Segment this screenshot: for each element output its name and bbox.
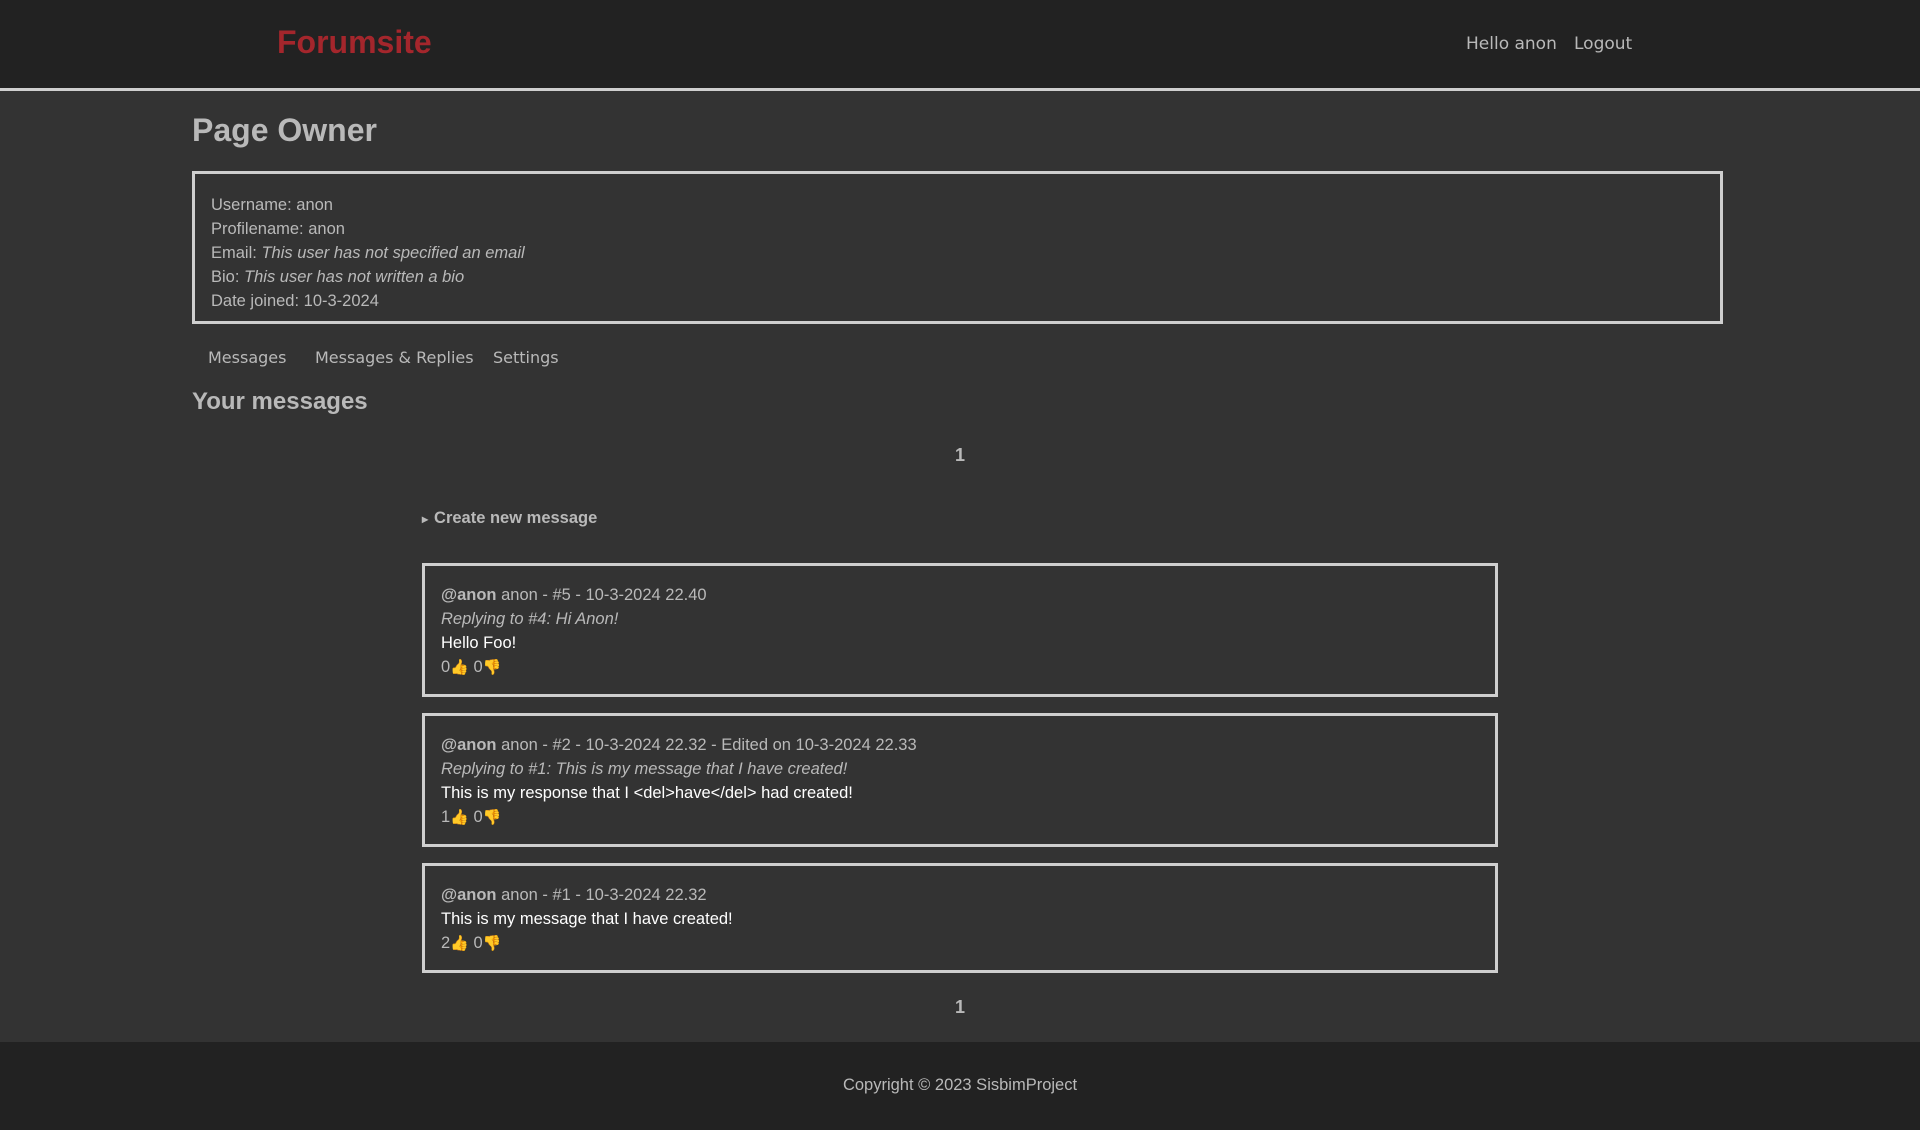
message-author-handle[interactable]: @anon bbox=[441, 886, 497, 904]
section-title: Your messages bbox=[192, 388, 368, 415]
thumbs-down-icon[interactable]: 👎 bbox=[483, 935, 502, 952]
message-votes: 0👍 0👎 bbox=[441, 655, 1495, 680]
site-header: Forumsite Hello anon Logout bbox=[0, 0, 1920, 91]
message-author-handle[interactable]: @anon bbox=[441, 586, 497, 604]
thumbs-down-icon[interactable]: 👎 bbox=[483, 659, 502, 676]
profile-profilename: anon bbox=[308, 220, 345, 238]
tab-messages[interactable]: Messages bbox=[208, 348, 286, 367]
message-votes: 1👍 0👎 bbox=[441, 805, 1495, 830]
like-count: 2 bbox=[441, 934, 451, 952]
message-reply-reference[interactable]: Replying to #1: This is my message that … bbox=[441, 757, 1495, 781]
thumbs-up-icon[interactable]: 👍 bbox=[450, 809, 469, 826]
message-header: @anon anon - #1 - 10-3-2024 22.32 bbox=[441, 883, 1495, 907]
dislike-count: 0 bbox=[473, 808, 483, 826]
tab-messages-replies[interactable]: Messages & Replies bbox=[315, 348, 474, 367]
message-reply-reference[interactable]: Replying to #4: Hi Anon! bbox=[441, 607, 1495, 631]
profile-joined-row: Date joined: 10-3-2024 bbox=[211, 292, 379, 310]
message-body: Hello Foo! bbox=[441, 634, 517, 652]
site-footer: Copyright © 2023 SisbimProject bbox=[0, 1042, 1920, 1130]
profile-bio-row: Bio: This user has not written a bio bbox=[211, 268, 465, 286]
profile-profilename-row: Profilename: anon bbox=[211, 220, 345, 238]
thumbs-down-icon[interactable]: 👎 bbox=[483, 809, 502, 826]
profile-email: This user has not specified an email bbox=[261, 244, 525, 262]
like-count: 0 bbox=[441, 658, 451, 676]
greeting-link[interactable]: Hello anon bbox=[1466, 34, 1557, 54]
message-meta: anon - #1 - 10-3-2024 22.32 bbox=[496, 886, 707, 904]
message-meta: anon - #5 - 10-3-2024 22.40 bbox=[496, 586, 707, 604]
dislike-count: 0 bbox=[473, 658, 483, 676]
tab-settings[interactable]: Settings bbox=[493, 348, 559, 367]
like-count: 1 bbox=[441, 808, 451, 826]
profile-username: anon bbox=[296, 196, 333, 214]
message-body: This is my message that I have created! bbox=[441, 910, 733, 928]
message-body: This is my response that I <del>have</de… bbox=[441, 784, 853, 802]
profile-bio: This user has not written a bio bbox=[244, 268, 465, 286]
create-message-toggle[interactable]: ▸ Create new message bbox=[422, 509, 597, 528]
message-votes: 2👍 0👎 bbox=[441, 931, 1495, 956]
thumbs-up-icon[interactable]: 👍 bbox=[450, 659, 469, 676]
message-header: @anon anon - #2 - 10-3-2024 22.32 - Edit… bbox=[441, 733, 1495, 757]
copyright-text: Copyright © 2023 SisbimProject bbox=[842, 1076, 1078, 1094]
profile-info-box: Username: anon Profilename: anon Email: … bbox=[192, 171, 1723, 324]
page-link-1[interactable]: 1 bbox=[955, 445, 965, 465]
profile-joined: 10-3-2024 bbox=[303, 292, 379, 310]
thumbs-up-icon[interactable]: 👍 bbox=[450, 935, 469, 952]
logout-link[interactable]: Logout bbox=[1574, 34, 1632, 54]
message-meta: anon - #2 - 10-3-2024 22.32 - Edited on … bbox=[496, 736, 917, 754]
message-author-handle[interactable]: @anon bbox=[441, 736, 497, 754]
profile-username-row: Username: anon bbox=[211, 196, 333, 214]
disclosure-triangle-icon: ▸ bbox=[422, 512, 429, 526]
profile-email-row: Email: This user has not specified an em… bbox=[211, 244, 525, 262]
message-header: @anon anon - #5 - 10-3-2024 22.40 bbox=[441, 583, 1495, 607]
create-message-label: Create new message bbox=[434, 509, 598, 527]
message-card: @anon anon - #5 - 10-3-2024 22.40 Replyi… bbox=[422, 563, 1498, 697]
site-logo[interactable]: Forumsite bbox=[277, 24, 432, 61]
message-card: @anon anon - #1 - 10-3-2024 22.32 This i… bbox=[422, 863, 1498, 973]
page-title: Page Owner bbox=[192, 112, 377, 148]
page-link-1[interactable]: 1 bbox=[955, 997, 965, 1017]
message-card: @anon anon - #2 - 10-3-2024 22.32 - Edit… bbox=[422, 713, 1498, 847]
dislike-count: 0 bbox=[473, 934, 483, 952]
pagination-bottom: 1 bbox=[0, 997, 1920, 1018]
pagination-top: 1 bbox=[0, 445, 1920, 466]
